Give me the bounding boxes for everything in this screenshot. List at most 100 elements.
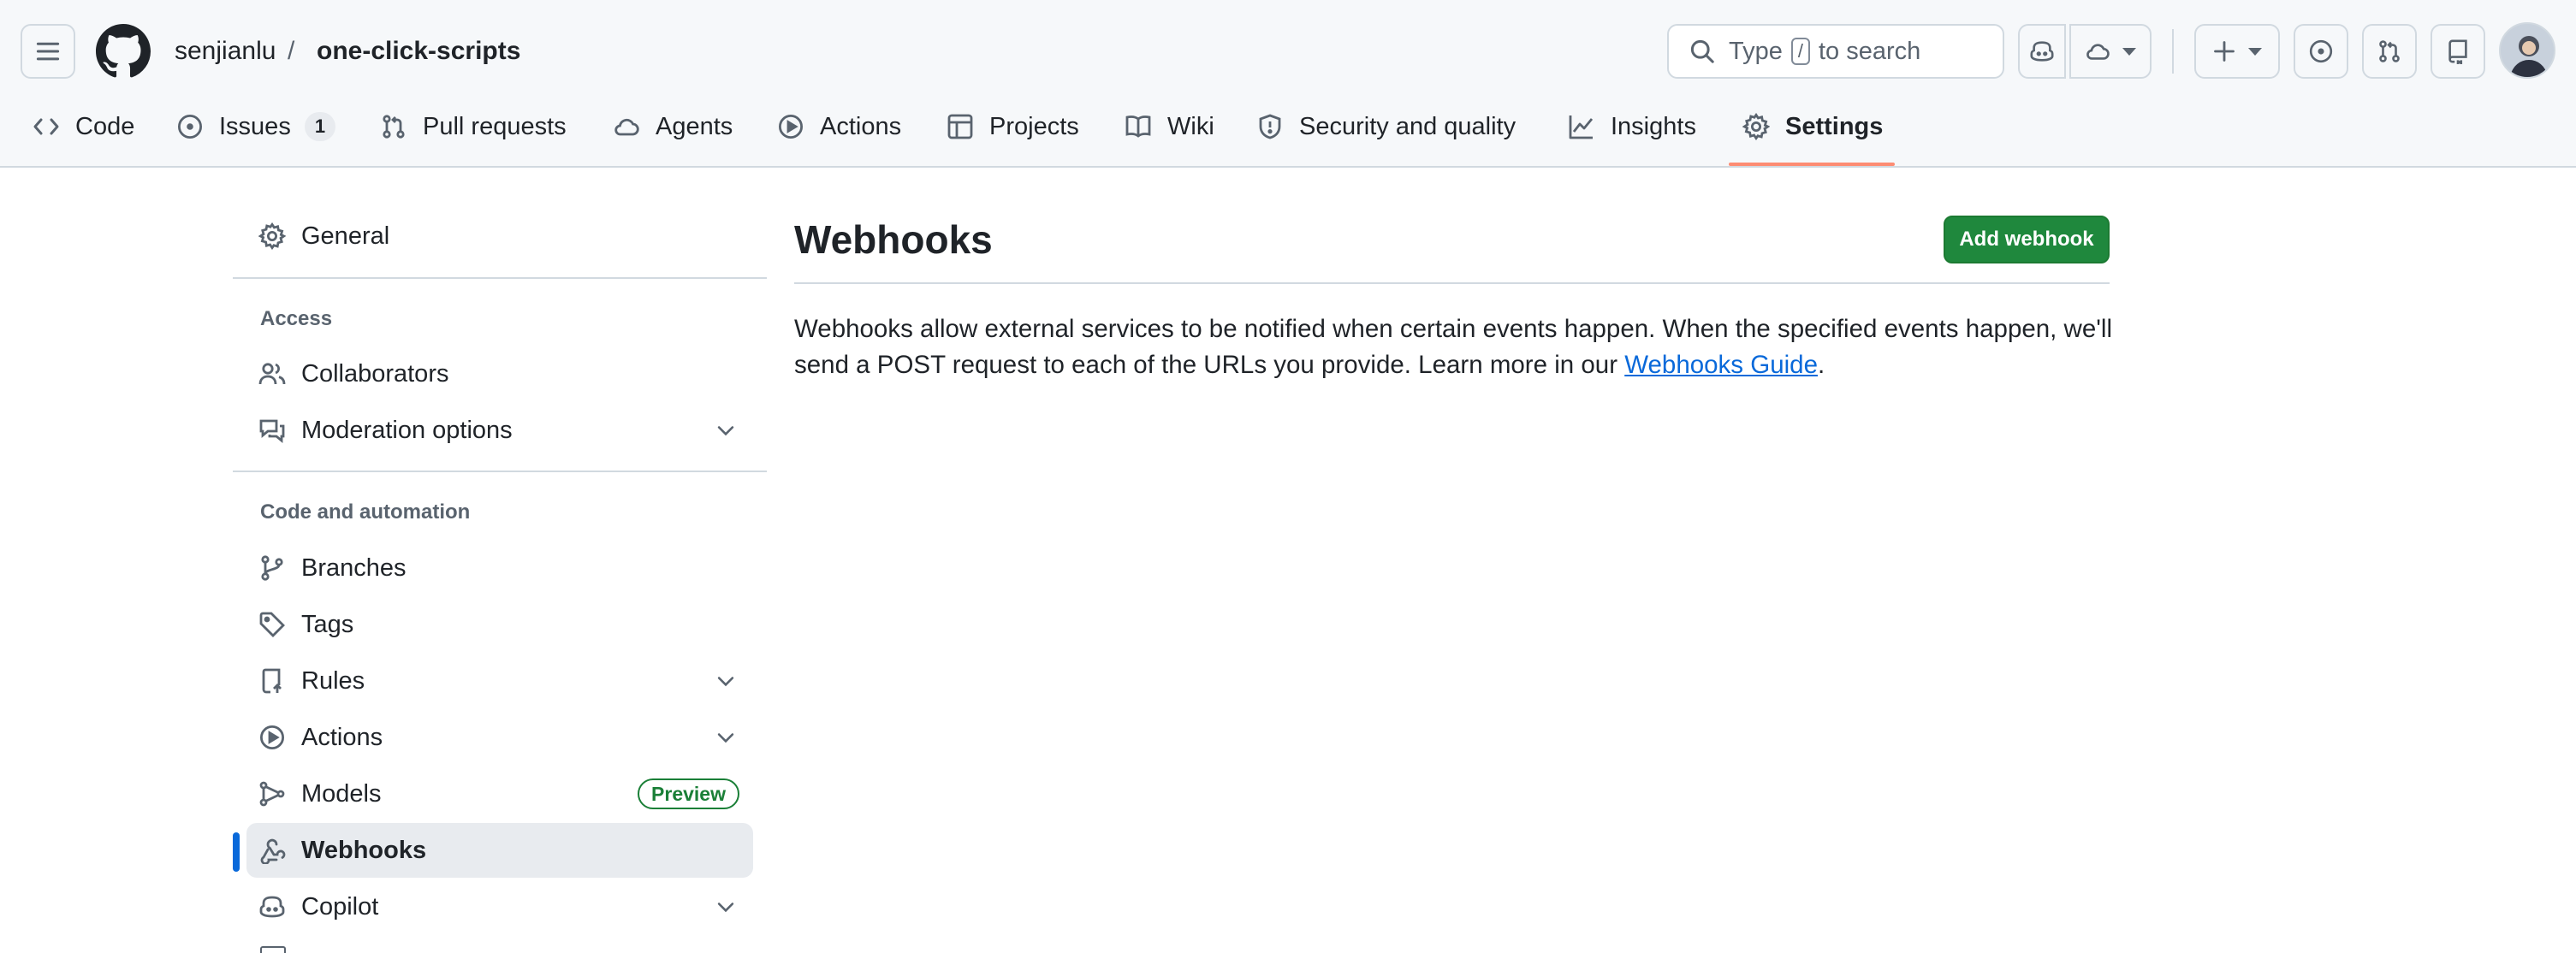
cloud-icon	[2086, 44, 2110, 60]
chevron-down-icon	[717, 733, 734, 743]
active-item-indicator	[233, 832, 240, 872]
sidebar-item-label: Collaborators	[301, 359, 449, 388]
tab-insights[interactable]: Insights	[1568, 99, 1696, 154]
title-divider	[794, 282, 2110, 284]
sidebar-heading-access: Access	[260, 307, 333, 330]
repo-icon	[2448, 39, 2467, 64]
play-icon	[778, 114, 804, 139]
chevron-down-icon	[2248, 47, 2262, 56]
book-icon	[1125, 115, 1151, 138]
sidebar-item-models[interactable]: Models Preview	[246, 767, 753, 821]
tab-label: Agents	[656, 112, 733, 140]
webhooks-description: Webhooks allow external services to be n…	[794, 311, 2116, 383]
sidebar-item-label: Tags	[301, 610, 354, 638]
repositories-button[interactable]	[2431, 24, 2485, 79]
plus-icon	[2214, 41, 2235, 62]
page-title: Webhooks	[794, 217, 993, 262]
search-input[interactable]: Type / to search	[1667, 24, 2004, 79]
repo-header: senjianlu / one-click-scripts Type / to …	[0, 0, 2576, 168]
tab-security[interactable]: Security and quality	[1256, 99, 1516, 154]
search-suffix: to search	[1819, 37, 1921, 65]
issue-opened-icon	[177, 114, 203, 139]
search-icon	[1690, 39, 1714, 63]
repo-owner-link[interactable]: senjianlu	[175, 26, 276, 77]
tab-label: Issues	[219, 112, 291, 140]
tab-agents[interactable]: Agents	[613, 99, 733, 154]
avatar[interactable]	[2499, 22, 2555, 79]
git-pull-request-icon	[383, 115, 405, 139]
webhooks-guide-link[interactable]: Webhooks Guide	[1624, 351, 1818, 379]
tab-issues[interactable]: Issues 1	[176, 99, 336, 154]
chevron-down-icon	[2122, 47, 2136, 56]
sidebar-item-label: Actions	[301, 723, 383, 751]
people-icon	[258, 363, 286, 385]
tab-label: Insights	[1611, 112, 1696, 140]
sidebar-item-label: Copilot	[301, 892, 379, 920]
search-prefix: Type	[1729, 37, 1783, 65]
issue-opened-icon	[2309, 39, 2333, 63]
sidebar-item-webhooks[interactable]: Webhooks	[246, 823, 753, 878]
sidebar-item-actions[interactable]: Actions	[246, 710, 753, 765]
sidebar-item-copilot[interactable]: Copilot	[246, 879, 753, 934]
repo-push-icon	[262, 668, 282, 694]
repo-path-separator: /	[288, 37, 295, 65]
sidebar-item-label: General	[301, 222, 390, 250]
sidebar-item-collaborators[interactable]: Collaborators	[246, 346, 753, 401]
tab-wiki[interactable]: Wiki	[1125, 99, 1214, 154]
sidebar-item-moderation-options[interactable]: Moderation options	[246, 403, 753, 458]
create-new-button[interactable]	[2194, 24, 2280, 79]
tag-icon	[259, 612, 285, 637]
your-issues-button[interactable]	[2294, 24, 2348, 79]
sidebar-item-branches[interactable]: Branches	[246, 541, 753, 595]
hamburger-icon	[36, 42, 60, 61]
sidebar-next-item-icon	[260, 946, 286, 953]
tab-label: Wiki	[1167, 112, 1214, 140]
issues-count-badge: 1	[304, 112, 336, 141]
tab-pull-requests[interactable]: Pull requests	[380, 99, 567, 154]
chevron-down-icon	[717, 677, 734, 687]
git-pull-request-icon	[2379, 40, 2400, 62]
tab-label: Settings	[1785, 112, 1884, 140]
copilot-button[interactable]	[2018, 24, 2066, 79]
menu-button[interactable]	[21, 24, 75, 79]
sidebar-item-label: Branches	[301, 553, 407, 582]
ai-model-icon	[259, 781, 285, 807]
selected-tab-indicator	[1729, 163, 1895, 166]
sidebar-item-rules[interactable]: Rules	[246, 654, 753, 708]
tab-projects[interactable]: Projects	[947, 99, 1079, 154]
sidebar-item-general[interactable]: General	[246, 209, 753, 263]
sidebar-heading-code-automation: Code and automation	[260, 500, 471, 524]
webhook-icon	[260, 838, 286, 864]
play-icon	[259, 725, 285, 750]
add-webhook-button[interactable]: Add webhook	[1944, 216, 2110, 263]
tab-code[interactable]: Code	[33, 99, 134, 154]
tab-actions[interactable]: Actions	[777, 99, 901, 154]
agent-cloud-icon	[614, 118, 639, 136]
your-pull-requests-button[interactable]	[2362, 24, 2417, 79]
sidebar-item-label: Moderation options	[301, 416, 513, 444]
header-divider	[2172, 29, 2174, 74]
sidebar-item-tags[interactable]: Tags	[246, 597, 753, 652]
tab-label: Security and quality	[1299, 112, 1517, 140]
sidebar-divider	[233, 471, 767, 472]
chevron-down-icon	[717, 426, 734, 436]
tab-label: Code	[75, 112, 135, 140]
repo-name-link[interactable]: one-click-scripts	[317, 26, 520, 77]
graph-icon	[1569, 115, 1594, 139]
chevron-down-icon	[717, 903, 734, 913]
tab-label: Projects	[989, 112, 1079, 140]
shield-icon	[1259, 114, 1281, 139]
tab-label: Pull requests	[423, 112, 567, 140]
gear-icon	[258, 222, 286, 250]
agents-menu-button[interactable]	[2069, 24, 2152, 79]
git-branch-icon	[261, 555, 283, 581]
github-logo-icon[interactable]	[96, 24, 151, 79]
table-icon	[947, 114, 973, 139]
description-end: .	[1817, 351, 1825, 379]
gear-icon	[1742, 113, 1770, 140]
search-shortcut-key: /	[1790, 38, 1810, 65]
tab-settings[interactable]: Settings	[1742, 99, 1883, 154]
copilot-icon	[2030, 41, 2054, 62]
code-icon	[33, 118, 59, 135]
sidebar-item-label: Webhooks	[301, 836, 427, 864]
